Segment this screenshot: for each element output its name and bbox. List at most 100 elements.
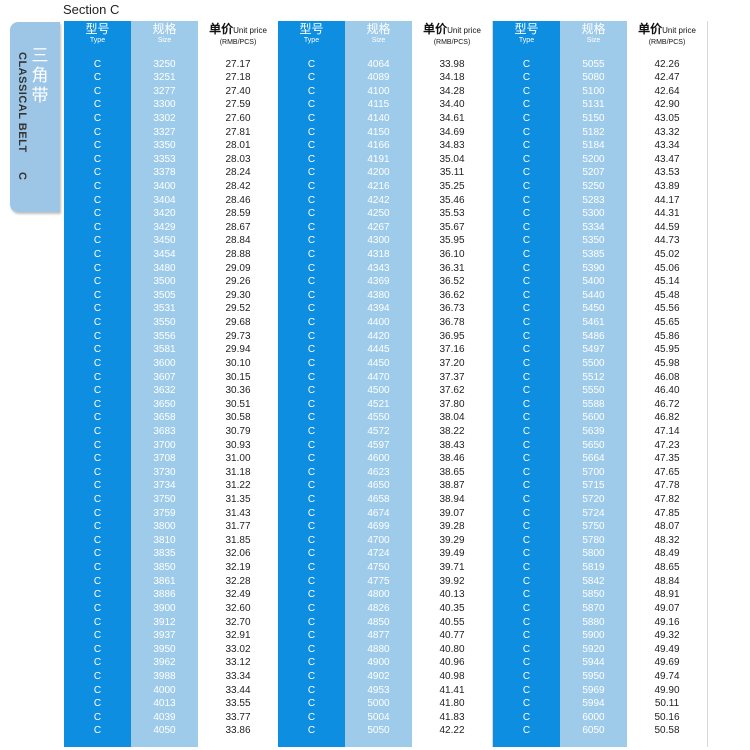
size-cell: 4650 — [367, 480, 390, 492]
size-cell: 3950 — [153, 643, 176, 655]
price-cell: 39.28 — [439, 521, 465, 533]
price-cell: 45.65 — [654, 317, 680, 329]
price-cell: 34.28 — [439, 85, 465, 97]
type-cell: C — [93, 317, 102, 329]
size-cell: 4166 — [367, 140, 390, 152]
size-cell: 5800 — [582, 548, 605, 560]
size-cell: 4450 — [367, 357, 390, 369]
type-cell: C — [93, 548, 102, 560]
price-cell: 48.32 — [654, 534, 680, 546]
price-cell: 33.55 — [225, 698, 251, 710]
price-cell: 49.49 — [654, 643, 680, 655]
size-cell: 4775 — [367, 575, 390, 587]
type-cell: C — [307, 194, 316, 206]
size-cell: 3250 — [153, 58, 176, 70]
size-cell: 4674 — [367, 507, 390, 519]
size-cell: 4039 — [153, 711, 176, 723]
price-cell: 47.23 — [654, 439, 680, 451]
type-header-label: 型号 — [278, 22, 345, 36]
size-cell: 5004 — [367, 711, 390, 723]
price-header-label: 单价Unit price — [198, 22, 278, 38]
size-cell: 3300 — [153, 99, 176, 111]
side-tab-english-label: CLASSICAL BELT — [16, 52, 28, 153]
size-cell: 4115 — [367, 99, 390, 111]
price-cell: 35.53 — [439, 208, 465, 220]
type-cell: C — [307, 698, 316, 710]
size-cell: 5055 — [582, 58, 605, 70]
type-cell: C — [307, 99, 316, 111]
price-cell: 48.65 — [654, 562, 680, 574]
type-cell: C — [307, 398, 316, 410]
price-header-english: (RMB/PCS) — [433, 39, 471, 46]
type-cell: C — [522, 221, 531, 233]
price-cell: 49.07 — [654, 602, 680, 614]
price-cell: 45.02 — [654, 249, 680, 261]
type-cell: C — [307, 657, 316, 669]
type-cell: C — [307, 180, 316, 192]
type-cell: C — [522, 643, 531, 655]
price-cell: 40.77 — [439, 630, 465, 642]
size-cell: 4150 — [367, 126, 390, 138]
price-cell: 28.24 — [225, 167, 251, 179]
size-cell: 4658 — [367, 494, 390, 506]
type-cell: C — [93, 616, 102, 628]
size-cell: 5184 — [582, 140, 605, 152]
price-cell: 35.11 — [439, 167, 465, 179]
type-cell: C — [307, 425, 316, 437]
type-cell: C — [93, 562, 102, 574]
size-cell: 4600 — [367, 453, 390, 465]
price-cell: 27.81 — [225, 126, 251, 138]
price-cell: 34.18 — [439, 72, 465, 84]
type-header: 型号 Type — [278, 22, 345, 50]
type-cell: C — [307, 262, 316, 274]
price-cell: 42.22 — [439, 725, 465, 737]
price-cell: 31.00 — [225, 453, 251, 465]
price-cell: 44.59 — [654, 221, 680, 233]
size-cell: 5150 — [582, 112, 605, 124]
price-cell: 47.65 — [654, 466, 680, 478]
price-cell: 30.51 — [225, 398, 251, 410]
type-cell: C — [522, 330, 531, 342]
size-cell: 4300 — [367, 235, 390, 247]
type-cell: C — [93, 534, 102, 546]
type-cell: C — [522, 180, 531, 192]
type-cell: C — [522, 317, 531, 329]
type-cell: C — [522, 684, 531, 696]
type-cell: C — [93, 439, 102, 451]
size-cell: 4800 — [367, 589, 390, 601]
type-cell: C — [307, 235, 316, 247]
type-cell: C — [93, 507, 102, 519]
type-cell: C — [307, 289, 316, 301]
price-cell: 34.40 — [439, 99, 465, 111]
size-cell: 4400 — [367, 317, 390, 329]
type-cell: C — [522, 276, 531, 288]
price-header-chinese: 单价 — [209, 22, 234, 36]
type-cell: C — [307, 208, 316, 220]
price-cell: 33.86 — [225, 725, 251, 737]
type-cell: C — [307, 494, 316, 506]
price-cell: 45.95 — [654, 344, 680, 356]
type-cell: C — [93, 303, 102, 315]
size-cell: 5664 — [582, 453, 605, 465]
size-cell: 4900 — [367, 657, 390, 669]
type-cell: C — [522, 303, 531, 315]
type-cell: C — [307, 112, 316, 124]
price-cell: 37.62 — [439, 385, 465, 397]
type-cell: C — [307, 466, 316, 478]
price-cell: 34.61 — [439, 112, 465, 124]
type-cell: C — [307, 412, 316, 424]
price-header: 单价Unit price (RMB/PCS) — [198, 22, 278, 50]
price-cell: 28.03 — [225, 153, 251, 165]
price-cell: 28.46 — [225, 194, 251, 206]
size-cell: 3912 — [153, 616, 176, 628]
column-separator — [707, 21, 708, 747]
price-cell: 31.77 — [225, 521, 251, 533]
type-cell: C — [307, 85, 316, 97]
type-cell: C — [93, 398, 102, 410]
price-cell: 35.25 — [439, 180, 465, 192]
type-cell: C — [522, 711, 531, 723]
type-cell: C — [522, 58, 531, 70]
price-cell: 29.09 — [225, 262, 251, 274]
size-header-chinese: 规格 — [152, 22, 177, 36]
price-cell: 28.59 — [225, 208, 251, 220]
